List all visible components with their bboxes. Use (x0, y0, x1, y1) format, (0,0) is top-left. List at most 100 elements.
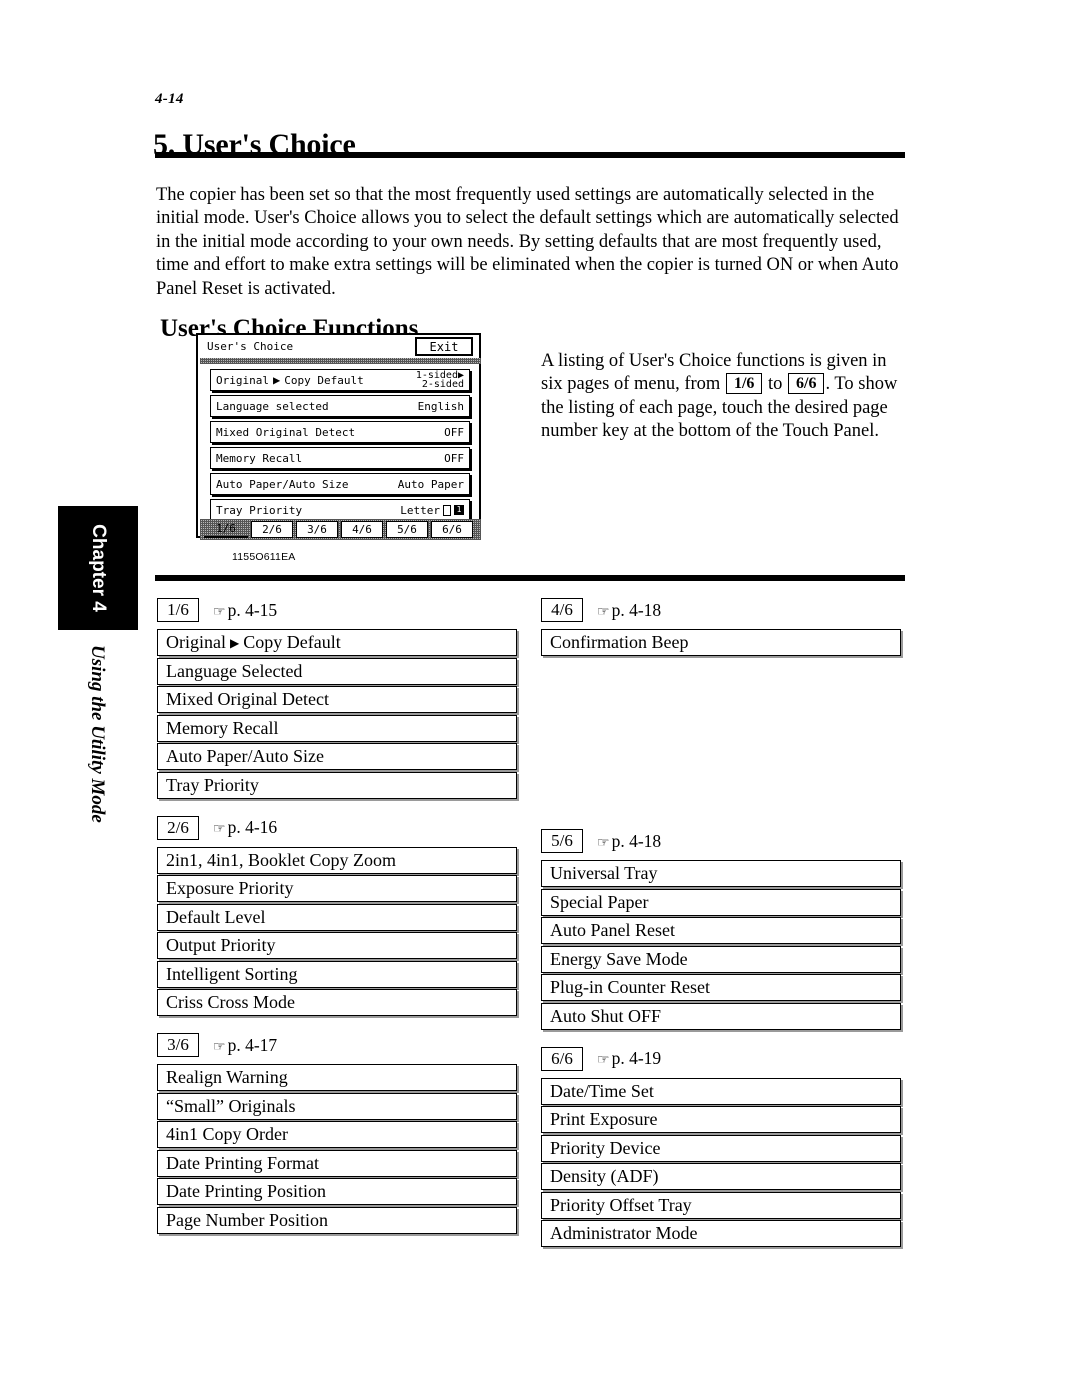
function-item[interactable]: Intelligent Sorting (157, 960, 517, 988)
function-item[interactable]: Realign Warning (157, 1064, 517, 1091)
pointing-hand-icon: ☞ (597, 1053, 610, 1068)
function-item[interactable]: Energy Save Mode (541, 945, 901, 973)
function-item[interactable]: Print Exposure (541, 1106, 901, 1133)
inline-page-key-last: 6/6 (788, 373, 825, 394)
function-group-1: 1/6 ☞ p. 4-15 Original ▶ Copy Default La… (157, 598, 517, 799)
page-reference: ☞ p. 4-17 (213, 1035, 277, 1056)
pointing-hand-icon: ☞ (597, 604, 610, 620)
function-item[interactable]: Plug-in Counter Reset (541, 974, 901, 1001)
page-key-badge[interactable]: 4/6 (541, 598, 583, 622)
function-item[interactable]: Auto Shut OFF (541, 1002, 901, 1030)
function-group-6: 6/6 ☞ p. 4-19 Date/Time Set Print Exposu… (541, 1046, 901, 1247)
lcd-row-label: Original ▶ Copy Default (216, 372, 364, 387)
function-item[interactable]: 4in1 Copy Order (157, 1121, 517, 1148)
inline-page-key-first: 1/6 (725, 373, 763, 394)
function-group-header: 4/6 ☞ p. 4-18 (541, 598, 901, 622)
page-key-badge[interactable]: 6/6 (541, 1046, 583, 1071)
page-reference: ☞ p. 4-15 (213, 600, 277, 621)
lcd-row-tray-priority[interactable]: Tray Priority Letter 1 (210, 499, 470, 521)
function-group-3: 3/6 ☞ p. 4-17 Realign Warning “Small” Or… (157, 1033, 517, 1234)
page-reference: ☞ p. 4-18 (597, 831, 661, 852)
pointing-hand-icon: ☞ (213, 1039, 226, 1055)
function-item[interactable]: Special Paper (541, 888, 901, 916)
page-reference-label: p. 4-15 (227, 599, 278, 620)
lists-divider (155, 575, 905, 581)
function-item[interactable]: Exposure Priority (157, 875, 517, 902)
lcd-panel-frame: User's Choice Exit Original ▶ Copy Default… (196, 333, 481, 540)
function-item[interactable]: Universal Tray (541, 860, 901, 887)
function-item[interactable]: Original ▶ Copy Default (157, 629, 517, 656)
function-item[interactable]: Administrator Mode (541, 1220, 901, 1247)
page-reference: ☞ p. 4-19 (597, 1048, 661, 1069)
function-item[interactable]: Language Selected (157, 657, 517, 685)
lcd-row-auto-paper-auto-size[interactable]: Auto Paper/Auto Size Auto Paper (210, 473, 470, 495)
function-group-header: 1/6 ☞ p. 4-15 (157, 598, 517, 622)
function-item[interactable]: “Small” Originals (157, 1092, 517, 1120)
lcd-row-mixed-original-detect[interactable]: Mixed Original Detect OFF (210, 421, 470, 443)
function-item[interactable]: Auto Panel Reset (541, 917, 901, 944)
lcd-page-tab-6[interactable]: 6/6 (431, 521, 473, 538)
lcd-header-divider (200, 358, 481, 364)
page-number: 4-14 (155, 91, 184, 107)
chapter-tab: Chapter 4 (58, 506, 138, 630)
function-item[interactable]: Page Number Position (157, 1206, 517, 1234)
function-item-label-before: Original (166, 632, 226, 652)
lcd-row-original-copy-default[interactable]: Original ▶ Copy Default 1-sided▶ 2-sided (210, 369, 470, 391)
lcd-row-value: 1-sided▶ 2-sided (415, 369, 464, 390)
function-group-5: 5/6 ☞ p. 4-18 Universal Tray Special Pap… (541, 829, 901, 1030)
page-reference-label: p. 4-17 (227, 1034, 278, 1055)
title-divider (155, 152, 905, 158)
function-item[interactable]: 2in1, 4in1, Booklet Copy Zoom (157, 846, 517, 874)
lcd-row-label: Language selected (216, 399, 329, 413)
lcd-row-label: Memory Recall (216, 451, 303, 465)
lcd-row-value: OFF (444, 425, 464, 439)
lcd-row-label: Auto Paper/Auto Size (216, 477, 349, 491)
function-item[interactable]: Date Printing Position (157, 1178, 517, 1205)
page-reference: ☞ p. 4-18 (597, 600, 661, 621)
function-item[interactable]: Date Printing Format (157, 1149, 517, 1177)
function-item[interactable]: Date/Time Set (541, 1077, 901, 1105)
right-arrow-icon: ▶ (230, 635, 240, 650)
page-reference: ☞ p. 4-16 (213, 817, 277, 838)
chapter-subtitle: Using the Utility Mode (87, 645, 108, 823)
lcd-panel-figure: User's Choice Exit Original ▶ Copy Default… (196, 333, 486, 548)
page-reference-label: p. 4-19 (611, 1048, 662, 1068)
function-group-4: 4/6 ☞ p. 4-18 Confirmation Beep (541, 598, 901, 812)
function-item[interactable]: Mixed Original Detect (157, 686, 517, 713)
lcd-page-tab-2[interactable]: 2/6 (251, 521, 293, 538)
function-item[interactable]: Default Level (157, 903, 517, 931)
function-item[interactable]: Auto Paper/Auto Size (157, 743, 517, 770)
function-list-left-column: 1/6 ☞ p. 4-15 Original ▶ Copy Default La… (157, 598, 517, 1251)
function-group-header: 2/6 ☞ p. 4-16 (157, 815, 517, 840)
function-group-2: 2/6 ☞ p. 4-16 2in1, 4in1, Booklet Copy Z… (157, 815, 517, 1016)
lcd-row-language-selected[interactable]: Language selected English (210, 395, 470, 417)
paper-portrait-icon (443, 504, 451, 516)
function-item[interactable]: Output Priority (157, 932, 517, 959)
page-key-badge[interactable]: 3/6 (157, 1033, 199, 1057)
lcd-page-tab-4[interactable]: 4/6 (341, 521, 383, 538)
function-item[interactable]: Density (ADF) (541, 1163, 901, 1190)
page-key-badge[interactable]: 5/6 (541, 829, 583, 853)
lcd-page-tab-bar: 1/6 2/6 3/6 4/6 5/6 6/6 (200, 519, 481, 540)
function-item[interactable]: Priority Device (541, 1134, 901, 1162)
lcd-exit-button[interactable]: Exit (415, 337, 473, 356)
right-arrow-icon: ▶ (272, 372, 281, 387)
page-reference-label: p. 4-18 (611, 599, 662, 620)
page-reference-label: p. 4-18 (611, 830, 662, 851)
lcd-page-tab-5[interactable]: 5/6 (386, 521, 428, 538)
function-item[interactable]: Memory Recall (157, 714, 517, 742)
page-reference-label: p. 4-16 (227, 817, 278, 837)
function-item[interactable]: Criss Cross Mode (157, 989, 517, 1016)
lcd-page-tab-3[interactable]: 3/6 (296, 521, 338, 538)
function-item[interactable]: Priority Offset Tray (541, 1191, 901, 1219)
lcd-row-label: Tray Priority (216, 503, 303, 517)
lcd-row-memory-recall[interactable]: Memory Recall OFF (210, 447, 470, 469)
tray-number-badge: 1 (454, 505, 464, 515)
page-key-badge[interactable]: 1/6 (157, 598, 199, 622)
function-item[interactable]: Confirmation Beep (541, 629, 901, 656)
function-item[interactable]: Tray Priority (157, 771, 517, 799)
page-key-badge[interactable]: 2/6 (157, 815, 199, 840)
lcd-row-value: English (417, 399, 464, 413)
lcd-row-value: OFF (444, 451, 464, 465)
lcd-page-tab-1[interactable]: 1/6 (204, 521, 248, 538)
